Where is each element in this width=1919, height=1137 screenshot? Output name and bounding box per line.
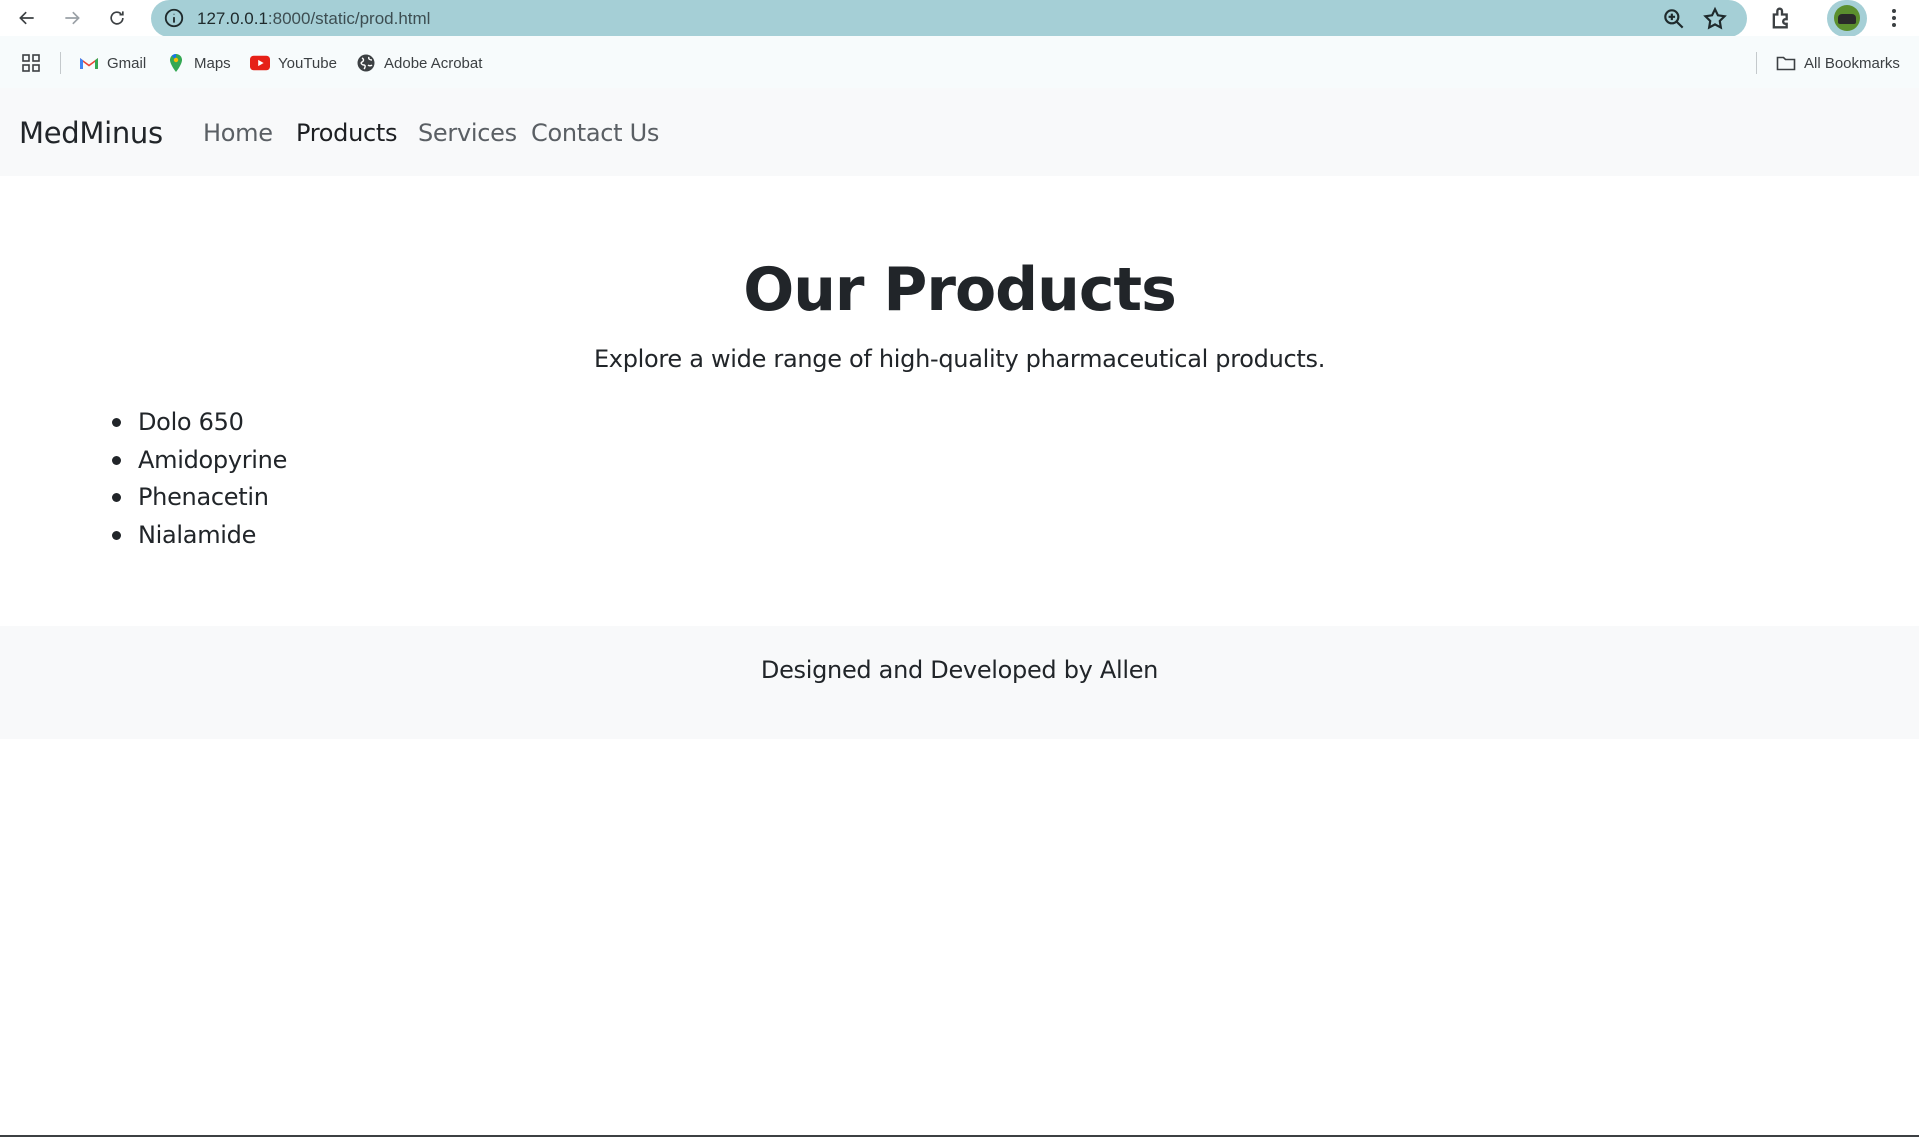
site-footer: Designed and Developed by Allen [0, 626, 1919, 739]
site-info-icon[interactable] [163, 7, 185, 29]
list-item: Phenacetin [110, 481, 287, 519]
bookmark-star-icon[interactable] [1702, 6, 1728, 32]
profile-avatar[interactable] [1827, 0, 1867, 37]
url-path: :8000/static/prod.html [267, 9, 431, 28]
extensions-icon[interactable] [1768, 4, 1796, 32]
bookmark-gmail[interactable]: Gmail [79, 53, 146, 73]
address-bar[interactable]: 127.0.0.1:8000/static/prod.html [151, 0, 1747, 37]
reload-icon[interactable] [103, 4, 131, 32]
bookmark-label: YouTube [278, 54, 337, 72]
list-item: Dolo 650 [110, 406, 287, 444]
browser-toolbar: 127.0.0.1:8000/static/prod.html [0, 0, 1919, 37]
all-bookmarks[interactable]: All Bookmarks [1776, 53, 1900, 73]
bookmark-label: Maps [194, 54, 231, 72]
list-item: Nialamide [110, 519, 287, 557]
bookmark-youtube[interactable]: YouTube [250, 53, 337, 73]
site-navbar: MedMinus Home Products Services Contact … [0, 88, 1919, 176]
gmail-icon [79, 53, 99, 73]
bookmark-label: Adobe Acrobat [384, 54, 483, 72]
bookmarks-separator [60, 52, 61, 74]
product-list: Dolo 650 Amidopyrine Phenacetin Nialamid… [110, 406, 287, 556]
bookmarks-separator [1756, 52, 1757, 74]
all-bookmarks-label: All Bookmarks [1804, 54, 1900, 72]
footer-credit: Designed and Developed by Allen [760, 656, 1159, 684]
url-text[interactable]: 127.0.0.1:8000/static/prod.html [197, 9, 430, 29]
nav-link-contact-us[interactable]: Contact Us [531, 119, 659, 147]
bookmarks-bar: Gmail Maps YouTube Adobe Acrobat All Boo… [0, 36, 1919, 88]
zoom-icon[interactable] [1661, 6, 1687, 32]
list-item: Amidopyrine [110, 444, 287, 482]
apps-icon[interactable] [21, 53, 49, 73]
nav-link-services[interactable]: Services [418, 119, 517, 147]
page-title: Our Products [743, 255, 1177, 325]
brand-logo[interactable]: MedMinus [19, 116, 163, 150]
page-subtitle: Explore a wide range of high-quality pha… [593, 345, 1326, 373]
bookmark-label: Gmail [107, 54, 147, 72]
maps-icon [166, 53, 186, 73]
more-menu-icon[interactable] [1882, 6, 1906, 32]
back-icon[interactable] [13, 4, 41, 32]
globe-icon [356, 53, 376, 73]
folder-icon [1776, 53, 1796, 73]
youtube-icon [250, 53, 270, 73]
forward-icon[interactable] [58, 4, 86, 32]
url-host: 127.0.0.1 [197, 9, 268, 28]
bookmark-maps[interactable]: Maps [166, 53, 231, 73]
bookmark-adobe-acrobat[interactable]: Adobe Acrobat [356, 53, 482, 73]
nav-link-home[interactable]: Home [203, 119, 273, 147]
avatar-image [1834, 5, 1860, 31]
nav-link-products[interactable]: Products [296, 119, 398, 147]
